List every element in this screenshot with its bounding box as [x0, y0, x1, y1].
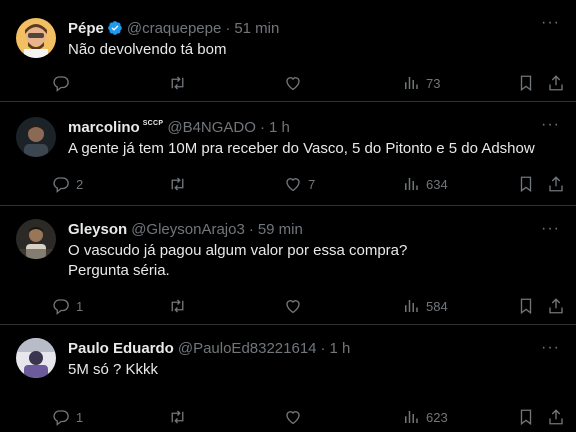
retweet-icon	[171, 177, 184, 191]
reply-button[interactable]	[52, 74, 76, 92]
timestamp[interactable]: 51 min	[234, 20, 279, 37]
bookmark-icon	[520, 409, 532, 426]
views-button[interactable]: 634	[402, 175, 448, 193]
views-chart-icon	[405, 178, 418, 190]
share-icon	[549, 75, 563, 91]
author-handle[interactable]: @PauloEd83221614	[178, 340, 317, 357]
share-button[interactable]	[547, 74, 565, 92]
views-button[interactable]: 584	[402, 297, 448, 315]
tweet[interactable]: marcolino SCCP @B4NGADO · 1 h A gente já…	[0, 102, 576, 206]
retweet-button[interactable]	[168, 408, 193, 426]
avatar[interactable]	[16, 338, 56, 378]
tweet-text: 5M só ? Kkkk	[68, 361, 159, 378]
reply-button[interactable]: 1	[52, 408, 83, 426]
reply-button[interactable]: 2	[52, 175, 83, 193]
tweet-text: O vascudo já pagou algum valor por essa …	[68, 242, 408, 279]
bookmark-icon	[520, 75, 532, 92]
like-count: 7	[308, 176, 316, 192]
like-button[interactable]	[284, 74, 308, 92]
separator-dot: ·	[225, 19, 231, 37]
avatar[interactable]	[16, 18, 56, 58]
reply-feed: Pépe @craquepepe · 51 min Não devolvendo…	[0, 0, 576, 432]
heart-icon	[286, 411, 300, 425]
retweet-button[interactable]	[168, 175, 193, 193]
like-button[interactable]: 7	[284, 175, 315, 193]
bookmark-button[interactable]	[517, 408, 535, 426]
retweet-button[interactable]	[168, 74, 193, 92]
author-name[interactable]: Gleyson	[68, 221, 127, 238]
tweet-text: A gente já tem 10M pra receber do Vasco,…	[68, 140, 535, 157]
share-icon	[549, 176, 563, 192]
retweet-icon	[171, 76, 184, 90]
author-name[interactable]: Pépe	[68, 20, 104, 37]
reply-button[interactable]: 1	[52, 297, 83, 315]
view-count: 73	[426, 75, 441, 91]
share-button[interactable]	[547, 408, 565, 426]
retweet-icon	[171, 410, 184, 424]
views-button[interactable]: 73	[402, 74, 440, 92]
timestamp[interactable]: 1 h	[330, 340, 351, 357]
verified-badge-icon	[107, 20, 123, 36]
view-count: 623	[426, 409, 448, 425]
more-options-icon[interactable]: ···	[541, 15, 560, 31]
author-handle[interactable]: @B4NGADO	[167, 119, 256, 136]
more-options-icon[interactable]: ···	[541, 340, 560, 356]
views-chart-icon	[405, 77, 418, 89]
timestamp[interactable]: 1 h	[269, 119, 290, 136]
more-options-icon[interactable]: ···	[541, 117, 560, 133]
avatar[interactable]	[16, 117, 56, 157]
separator-dot: ·	[248, 220, 254, 238]
bookmark-button[interactable]	[517, 74, 535, 92]
tweet-actions: 1 584	[52, 296, 563, 316]
views-chart-icon	[405, 411, 418, 423]
like-button[interactable]	[284, 408, 308, 426]
reply-icon	[53, 76, 69, 92]
reply-icon	[53, 177, 69, 193]
more-options-icon[interactable]: ···	[541, 221, 560, 237]
avatar[interactable]	[16, 219, 56, 259]
reply-icon	[53, 410, 69, 426]
view-count: 634	[426, 176, 448, 192]
reply-icon	[53, 299, 69, 315]
view-count: 584	[426, 298, 448, 314]
tweet-actions: 73	[52, 73, 563, 93]
heart-icon	[286, 300, 300, 314]
tweet-actions: 1 623	[52, 407, 563, 427]
share-button[interactable]	[547, 297, 565, 315]
tweet-text: Não devolvendo tá bom	[68, 41, 227, 58]
bookmark-button[interactable]	[517, 297, 535, 315]
heart-icon	[286, 77, 300, 91]
reply-count: 1	[76, 409, 84, 425]
bookmark-icon	[520, 298, 532, 315]
reply-count: 2	[76, 176, 84, 192]
author-name[interactable]: Paulo Eduardo	[68, 340, 174, 357]
like-button[interactable]	[284, 297, 308, 315]
author-name[interactable]: marcolino	[68, 119, 140, 136]
tweet[interactable]: Gleyson @GleysonArajo3 · 59 min O vascud…	[0, 206, 576, 325]
share-icon	[549, 298, 563, 314]
tweet[interactable]: Paulo Eduardo @PauloEd83221614 · 1 h 5M …	[0, 325, 576, 432]
timestamp[interactable]: 59 min	[258, 221, 303, 238]
share-button[interactable]	[547, 175, 565, 193]
retweet-icon	[171, 299, 184, 313]
separator-dot: ·	[259, 118, 265, 136]
reply-count: 1	[76, 298, 84, 314]
views-button[interactable]: 623	[402, 408, 448, 426]
share-icon	[549, 409, 563, 425]
tweet[interactable]: Pépe @craquepepe · 51 min Não devolvendo…	[0, 0, 576, 102]
author-handle[interactable]: @craquepepe	[127, 20, 221, 37]
separator-dot: ·	[320, 339, 326, 357]
tweet-actions: 2 7 634	[52, 174, 563, 194]
author-handle[interactable]: @GleysonArajo3	[131, 221, 245, 238]
views-chart-icon	[405, 300, 418, 312]
bookmark-button[interactable]	[517, 175, 535, 193]
heart-icon	[286, 178, 300, 192]
bookmark-icon	[520, 176, 532, 193]
affiliation-badge: SCCP	[142, 119, 164, 127]
retweet-button[interactable]	[168, 297, 193, 315]
